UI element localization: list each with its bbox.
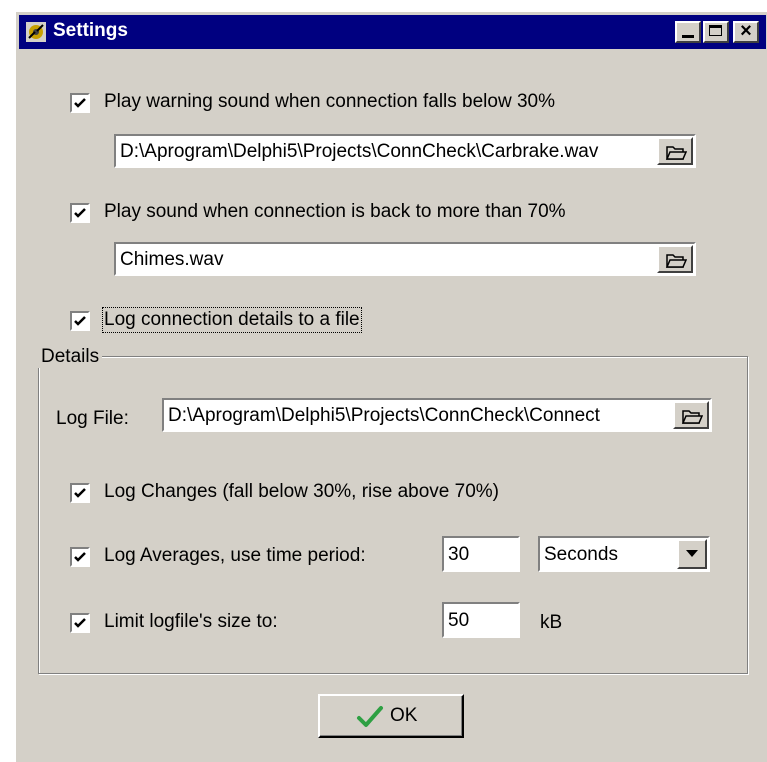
back-sound-file-field[interactable]: Chimes.wav (114, 242, 696, 276)
log-file-label: Log File: (56, 408, 129, 429)
folder-open-icon (665, 146, 687, 160)
checkmark-icon (357, 706, 383, 727)
size-limit-value: 50 (448, 610, 470, 631)
check-mark-icon (74, 488, 86, 498)
close-button[interactable]: × (733, 20, 759, 43)
back-sound-label: Play sound when connection is back to mo… (104, 201, 566, 222)
average-period-value: 30 (448, 544, 470, 565)
back-sound-browse-button[interactable] (657, 245, 693, 273)
period-unit-select[interactable]: Seconds (538, 536, 710, 572)
check-mark-icon (74, 98, 86, 108)
log-averages-label: Log Averages, use time period: (104, 545, 366, 566)
maximize-button[interactable] (703, 21, 729, 43)
folder-open-icon (681, 410, 703, 424)
settings-window: Settings × Play warning sound when conne… (14, 10, 767, 762)
app-icon (26, 22, 46, 42)
warning-sound-label: Play warning sound when connection falls… (104, 91, 555, 112)
average-period-input[interactable]: 30 (442, 536, 520, 572)
log-averages-checkbox[interactable] (70, 547, 90, 567)
back-sound-file-path: Chimes.wav (120, 249, 224, 270)
minimize-button[interactable] (675, 21, 701, 43)
back-sound-checkbox[interactable] (70, 203, 90, 223)
limit-size-label: Limit logfile's size to: (104, 611, 278, 632)
log-changes-label: Log Changes (fall below 30%, rise above … (104, 481, 500, 502)
warning-sound-file-path: D:\Aprogram\Delphi5\Projects\ConnCheck\C… (120, 141, 599, 162)
close-icon: × (740, 20, 752, 42)
limit-size-checkbox[interactable] (70, 613, 90, 633)
log-details-label: Log connection details to a file (102, 307, 362, 333)
period-unit-dropdown-button[interactable] (677, 539, 707, 569)
size-limit-input[interactable]: 50 (442, 602, 520, 638)
check-mark-icon (74, 552, 86, 562)
check-mark-icon (74, 618, 86, 628)
log-file-path: D:\Aprogram\Delphi5\Projects\ConnCheck\C… (168, 405, 600, 426)
warning-sound-checkbox[interactable] (70, 93, 90, 113)
log-details-checkbox[interactable] (70, 311, 90, 331)
check-mark-icon (74, 316, 86, 326)
check-mark-icon (74, 208, 86, 218)
window-title: Settings (53, 20, 128, 41)
log-file-browse-button[interactable] (673, 401, 709, 429)
warning-sound-file-field[interactable]: D:\Aprogram\Delphi5\Projects\ConnCheck\C… (114, 134, 696, 168)
details-group-title: Details (38, 346, 103, 368)
log-changes-checkbox[interactable] (70, 483, 90, 503)
minimize-icon (682, 35, 694, 38)
ok-button[interactable]: OK (318, 694, 464, 738)
chevron-down-icon (686, 550, 698, 557)
size-unit-label: kB (540, 612, 563, 633)
period-unit-value: Seconds (544, 544, 618, 565)
log-file-field[interactable]: D:\Aprogram\Delphi5\Projects\ConnCheck\C… (162, 398, 712, 432)
folder-open-icon (665, 254, 687, 268)
warning-sound-browse-button[interactable] (657, 137, 693, 165)
title-bar[interactable]: Settings × (19, 15, 766, 49)
maximize-icon (709, 25, 722, 36)
ok-button-label: OK (390, 705, 418, 726)
